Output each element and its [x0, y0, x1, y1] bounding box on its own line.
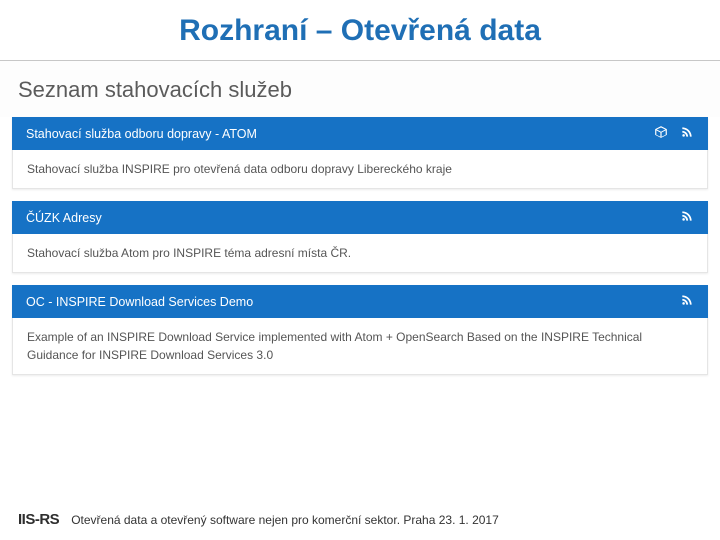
footer-logo: IIS-RS [18, 511, 59, 528]
footer-text: Otevřená data a otevřený software nejen … [71, 513, 499, 527]
slide-title: Rozhraní – Otevřená data [0, 0, 720, 61]
panel-header[interactable]: OC - INSPIRE Download Services Demo [12, 285, 708, 318]
service-panel: ČÚZK Adresy Stahovací služba Atom pro IN… [12, 201, 708, 273]
panel-header-icons [680, 293, 694, 310]
rss-icon[interactable] [680, 125, 694, 142]
panel-title: ČÚZK Adresy [26, 211, 102, 225]
panel-header[interactable]: ČÚZK Adresy [12, 201, 708, 234]
panel-body: Stahovací služba Atom pro INSPIRE téma a… [12, 234, 708, 273]
panel-header[interactable]: Stahovací služba odboru dopravy - ATOM [12, 117, 708, 150]
panel-body: Example of an INSPIRE Download Service i… [12, 318, 708, 375]
panel-title: OC - INSPIRE Download Services Demo [26, 295, 253, 309]
service-panel: Stahovací služba odboru dopravy - ATOM S… [12, 117, 708, 189]
rss-icon[interactable] [680, 209, 694, 226]
section-heading: Seznam stahovacích služeb [0, 61, 720, 117]
panel-header-icons [654, 125, 694, 142]
footer-bar: IIS-RS Otevřená data a otevřený software… [0, 511, 720, 528]
cube-icon[interactable] [654, 125, 668, 142]
rss-icon[interactable] [680, 293, 694, 310]
service-panel: OC - INSPIRE Download Services Demo Exam… [12, 285, 708, 375]
content-area: Seznam stahovacích služeb Stahovací služ… [0, 61, 720, 375]
panel-body: Stahovací služba INSPIRE pro otevřená da… [12, 150, 708, 189]
panel-title: Stahovací služba odboru dopravy - ATOM [26, 127, 257, 141]
panel-header-icons [680, 209, 694, 226]
